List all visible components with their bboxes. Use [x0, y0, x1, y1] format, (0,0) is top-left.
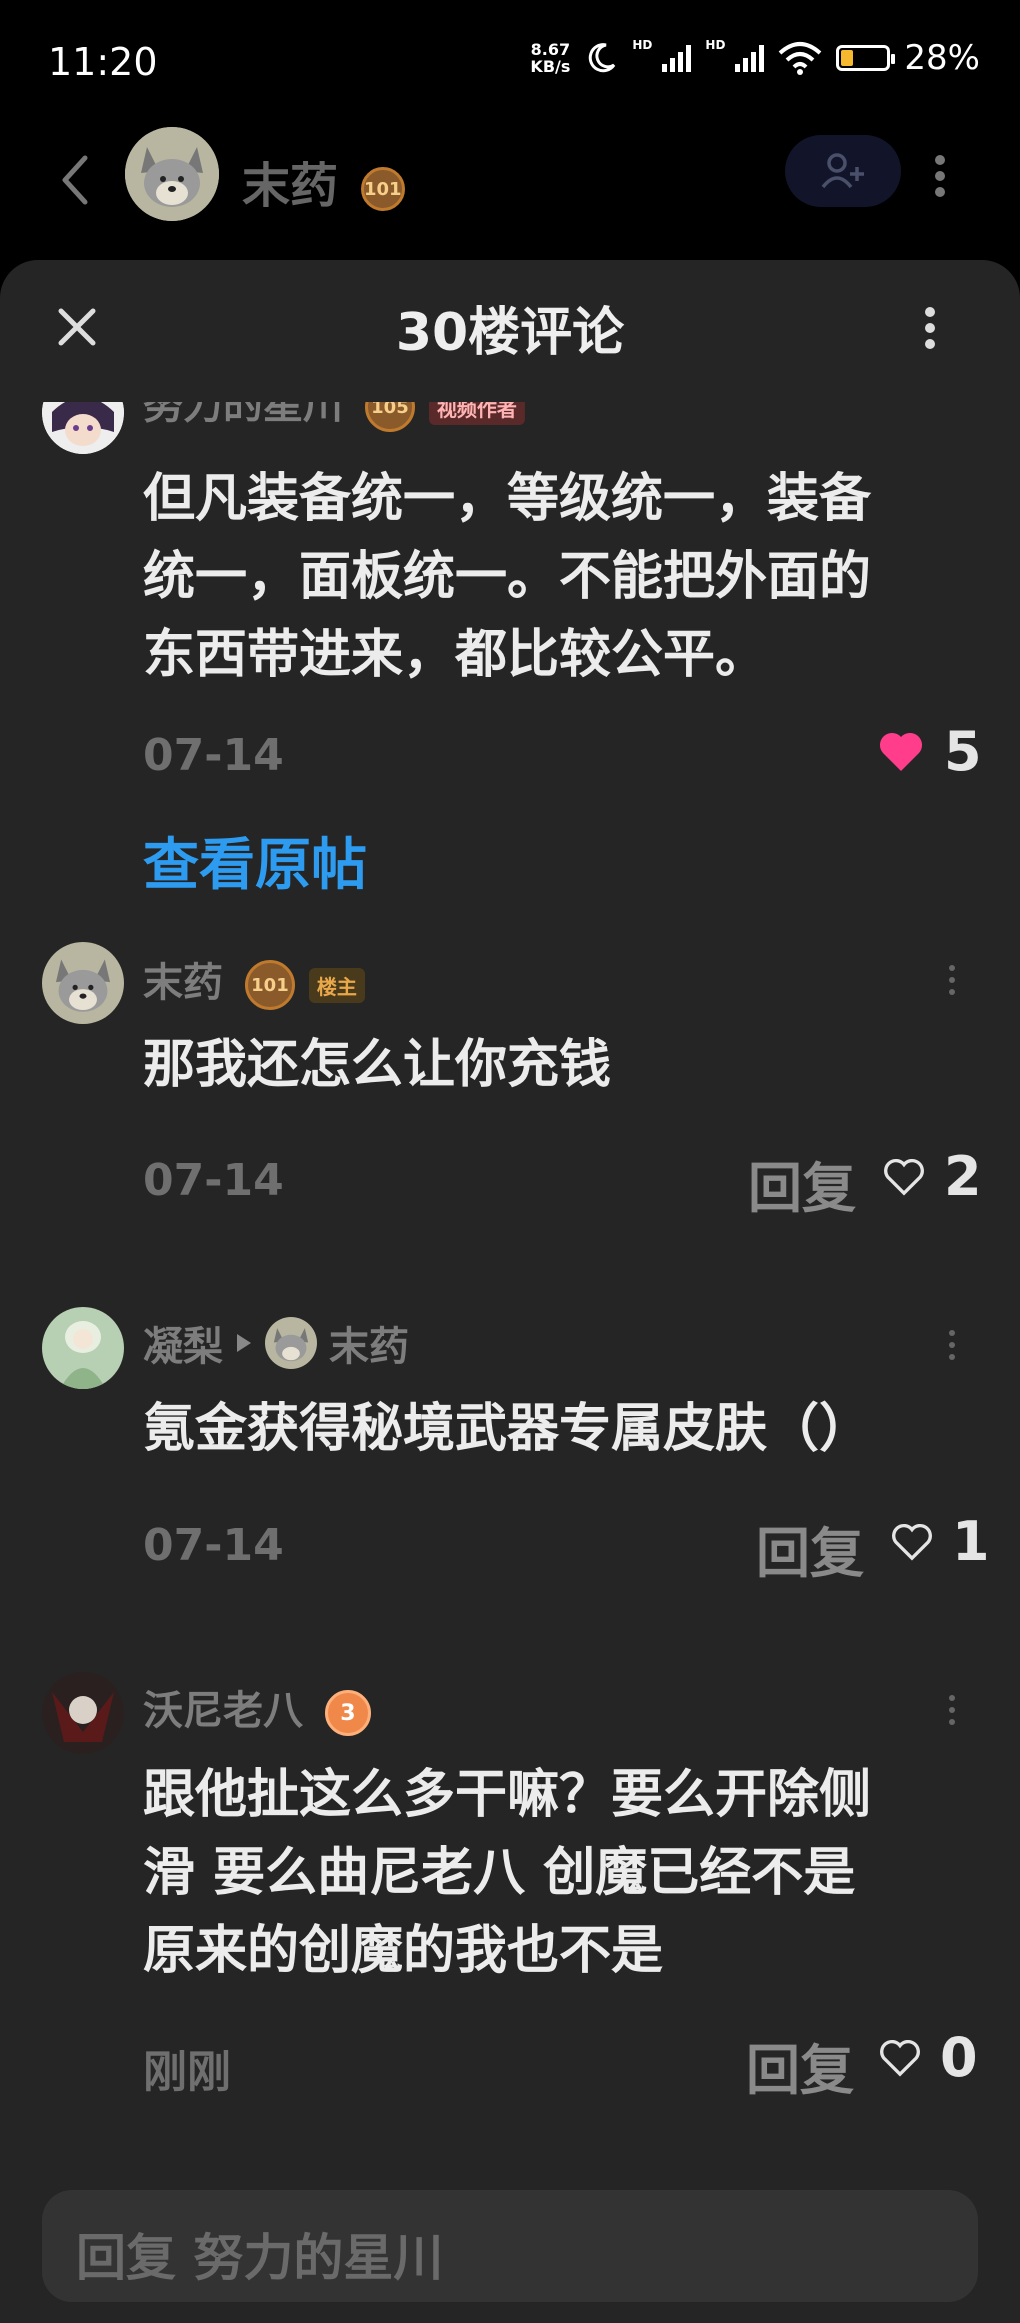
level-value: 3 [340, 1700, 356, 1726]
comment-sheet: 30楼评论 努力的星川 105 视频作者 但凡装备统一，等级统一，装备 统一，面… [0, 260, 1020, 2323]
status-icons: 8.67 KB/s HD HD 28% [530, 38, 980, 78]
top-header: 末药 101 [0, 120, 1020, 270]
reply-arrow-icon [237, 1334, 251, 1352]
level-badge: 3 [324, 1690, 371, 1736]
header-more-icon[interactable] [930, 146, 950, 206]
video-author-tag-text: 视频作者 [436, 396, 517, 421]
level-badge: 105 [364, 396, 415, 432]
follow-button[interactable] [785, 135, 901, 207]
reply-to-avatar [265, 1317, 317, 1369]
level-value: 105 [371, 396, 409, 418]
reply-text-line: 跟他扯这么多干嘛？要么开除侧 [143, 1765, 872, 1825]
wolf-avatar-icon [125, 127, 219, 221]
header-avatar[interactable] [125, 127, 219, 221]
reply-button[interactable]: 回复 [756, 1509, 864, 1588]
comment-text-line: 统一，面板统一。不能把外面的 [143, 547, 872, 607]
reply-more-icon[interactable] [946, 960, 958, 1000]
sheet-more-icon[interactable] [920, 300, 940, 356]
reply-to-name[interactable]: 末药 [329, 1314, 409, 1372]
reply-author[interactable]: 末药 101 楼主 [143, 950, 365, 1010]
heart-outline-icon [880, 2039, 920, 2077]
reply-text: 那我还怎么让你充钱 [143, 1026, 611, 1104]
reply-text-line: 原来的创魔的我也不是 [143, 1921, 664, 1981]
moon-icon [589, 43, 616, 73]
original-comment-text: 但凡装备统一，等级统一，装备 统一，面板统一。不能把外面的 东西带进来，都比较公… [143, 460, 973, 694]
reply-avatar[interactable] [42, 1672, 124, 1754]
reply-more-icon[interactable] [946, 1325, 958, 1365]
reply-button[interactable]: 回复 [746, 2026, 854, 2105]
signal-icon [735, 44, 765, 72]
reply-text-line: 滑 要么曲尼老八 创魔已经不是 [143, 1843, 856, 1903]
reply-author-text: 凝梨 [143, 1324, 223, 1370]
header-user-name[interactable]: 末药 101 [242, 146, 405, 216]
like-button[interactable]: 5 [878, 720, 982, 783]
level-value: 101 [363, 178, 402, 200]
reply-more-icon[interactable] [946, 1690, 958, 1730]
wolf-avatar-icon [42, 942, 124, 1024]
net-speed-value: 8.67 [530, 40, 571, 59]
back-icon[interactable] [55, 150, 95, 210]
header-user-name-text: 末药 [242, 158, 339, 214]
battery-icon [836, 45, 896, 71]
level-value: 101 [251, 974, 289, 996]
view-original-post-link[interactable]: 查看原帖 [143, 820, 367, 901]
like-button[interactable]: 2 [882, 1145, 982, 1208]
reply-input-placeholder: 回复 努力的星川 [76, 2229, 444, 2287]
signal-1-label: HD [632, 38, 653, 52]
like-button[interactable]: 1 [890, 1510, 990, 1573]
girl-avatar-icon [42, 1307, 124, 1389]
sheet-title: 30楼评论 [395, 303, 625, 363]
heart-outline-icon [884, 1158, 924, 1196]
like-count: 1 [952, 1510, 990, 1573]
net-speed: 8.67 KB/s [530, 41, 570, 75]
battery-percent: 28% [904, 38, 980, 78]
status-time: 11:20 [48, 40, 158, 84]
like-button[interactable]: 0 [878, 2026, 978, 2089]
reply-avatar[interactable] [42, 1307, 124, 1389]
signal-2-label: HD [705, 38, 726, 52]
reply-text: 氪金获得秘境武器专属皮肤（） [143, 1390, 871, 1468]
reply-avatar[interactable] [42, 942, 124, 1024]
like-count: 5 [944, 720, 982, 783]
add-friend-icon [821, 153, 864, 189]
heart-filled-icon [879, 732, 923, 771]
status-bar: 11:20 8.67 KB/s HD HD 28% [0, 0, 1020, 120]
reply-date: 刚刚 [143, 2047, 231, 2098]
original-comment-date: 07-14 [143, 730, 284, 781]
reply-text-line: 氪金获得秘境武器专属皮肤（） [143, 1399, 872, 1459]
reply-author[interactable]: 沃尼老八 3 [143, 1678, 371, 1736]
dark-avatar-icon [42, 1672, 124, 1754]
like-count: 2 [944, 1145, 982, 1208]
reply-input[interactable]: 回复 努力的星川 [42, 2190, 978, 2302]
like-count: 0 [940, 2026, 978, 2089]
wolf-avatar-icon [265, 1317, 317, 1369]
level-badge: 101 [244, 960, 295, 1010]
comment-text-line: 东西带进来，都比较公平。 [143, 625, 768, 685]
heart-outline-icon [892, 1523, 932, 1561]
net-speed-unit: KB/s [530, 57, 571, 76]
original-comment-author[interactable]: 努力的星川 105 视频作者 [143, 382, 525, 432]
reply-author-text: 末药 [143, 960, 223, 1006]
reply-date: 07-14 [143, 1520, 284, 1571]
video-author-tag: 视频作者 [428, 396, 525, 425]
anime-avatar-icon [42, 402, 124, 454]
op-tag: 楼主 [308, 967, 365, 1003]
op-tag-text: 楼主 [316, 974, 357, 999]
reply-text: 跟他扯这么多干嘛？要么开除侧 滑 要么曲尼老八 创魔已经不是 原来的创魔的我也不… [143, 1756, 973, 1990]
original-comment-avatar[interactable] [42, 402, 124, 454]
reply-text-line: 那我还怎么让你充钱 [143, 1035, 612, 1095]
reply-author[interactable]: 凝梨 末药 [143, 1314, 409, 1372]
reply-author-text: 沃尼老八 [143, 1688, 303, 1734]
reply-button[interactable]: 回复 [748, 1144, 856, 1223]
wifi-icon [779, 42, 822, 75]
reply-date: 07-14 [143, 1155, 284, 1206]
signal-icon [662, 44, 692, 72]
comment-text-line: 但凡装备统一，等级统一，装备 [143, 469, 872, 529]
original-comment-author-text: 努力的星川 [143, 382, 343, 428]
level-badge: 101 [360, 167, 405, 211]
